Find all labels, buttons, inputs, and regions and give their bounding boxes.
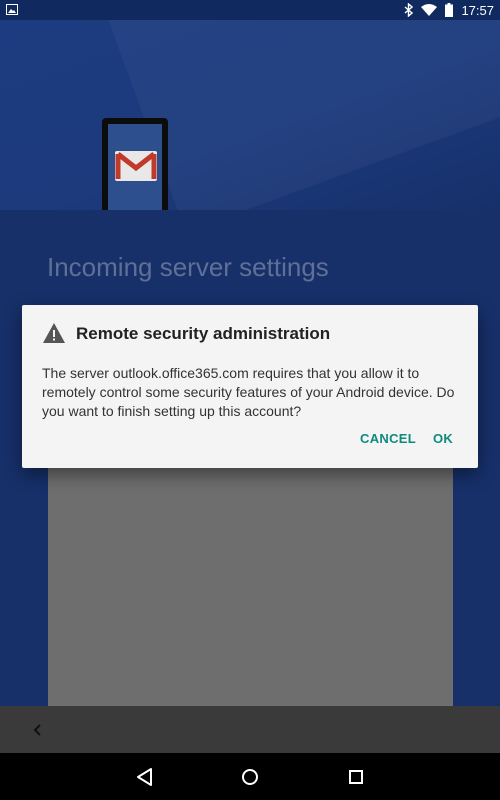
wifi-icon bbox=[421, 4, 438, 16]
dialog-message: The server outlook.office365.com require… bbox=[42, 365, 455, 419]
gmail-logo-icon bbox=[115, 151, 157, 181]
bluetooth-icon bbox=[404, 3, 414, 17]
gmail-phone-icon bbox=[102, 118, 168, 210]
settings-form-panel bbox=[48, 458, 453, 706]
security-dialog: Remote security administration The serve… bbox=[22, 305, 478, 468]
image-icon bbox=[6, 4, 18, 15]
warning-icon bbox=[43, 323, 65, 343]
nav-recents-icon[interactable] bbox=[344, 765, 368, 789]
navigation-bar bbox=[0, 753, 500, 800]
cancel-button[interactable]: CANCEL bbox=[360, 431, 416, 446]
header-illustration bbox=[0, 20, 500, 210]
ok-button[interactable]: OK bbox=[433, 431, 453, 446]
chevron-left-icon[interactable] bbox=[28, 720, 48, 740]
status-time: 17:57 bbox=[461, 2, 494, 18]
status-bar: 17:57 bbox=[0, 0, 500, 20]
nav-home-icon[interactable] bbox=[238, 765, 262, 789]
nav-back-icon[interactable] bbox=[133, 765, 157, 789]
dialog-title: Remote security administration bbox=[76, 324, 331, 343]
bottom-bar bbox=[0, 706, 500, 753]
battery-icon bbox=[445, 3, 454, 17]
page-title: Incoming server settings bbox=[47, 252, 329, 282]
